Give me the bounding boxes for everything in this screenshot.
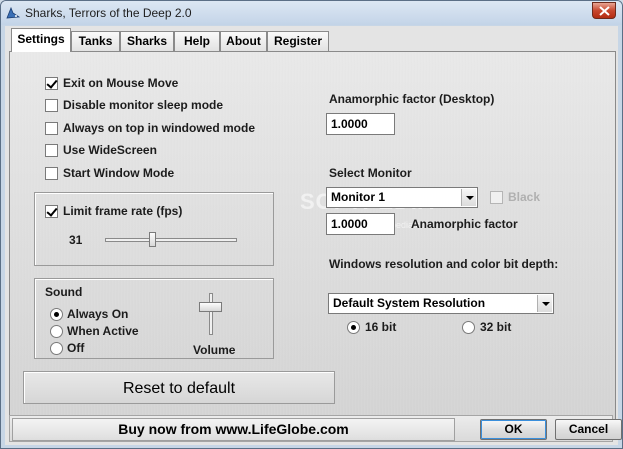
title-bar[interactable]: Sharks, Terrors of the Deep 2.0 [1,1,622,25]
disable-monitor-sleep-label: Disable monitor sleep mode [63,98,224,112]
exit-on-mouse-move-checkbox[interactable] [45,77,58,90]
close-icon [599,6,610,16]
monitor-select-value: Monitor 1 [331,190,385,204]
buy-now-button[interactable]: Buy now from www.LifeGlobe.com [12,418,455,441]
reset-to-default-button[interactable]: Reset to default [23,371,335,404]
tab-register[interactable]: Register [267,31,329,51]
tab-about[interactable]: About [220,31,267,51]
tab-settings[interactable]: Settings [11,28,71,52]
black-label: Black [508,190,541,204]
sound-off-radio[interactable] [50,342,63,355]
tab-tanks[interactable]: Tanks [71,31,120,51]
start-window-mode-checkbox[interactable] [45,167,58,180]
resolution-label: Windows resolution and color bit depth: [329,257,559,271]
always-on-top-checkbox[interactable] [45,122,58,135]
chevron-down-icon[interactable] [461,189,476,206]
depth-16-radio[interactable] [347,321,360,334]
sound-when-active-radio[interactable] [50,325,63,338]
monitor-anamorphic-input[interactable]: 1.0000 [326,213,395,235]
limit-frame-rate-checkbox[interactable] [45,205,58,218]
volume-label: Volume [193,343,236,357]
footer-bar: Buy now from www.LifeGlobe.com OK Cancel [9,415,622,442]
sound-off-label: Off [67,341,85,355]
anamorphic-desktop-label: Anamorphic factor (Desktop) [329,92,495,106]
monitor-anamorphic-label: Anamorphic factor [411,217,518,231]
start-window-mode-label: Start Window Mode [63,166,175,180]
window-title: Sharks, Terrors of the Deep 2.0 [25,6,192,20]
resolution-select[interactable]: Default System Resolution [328,293,554,314]
sound-when-active-label: When Active [67,324,139,338]
disable-monitor-sleep-checkbox[interactable] [45,99,58,112]
anamorphic-desktop-input[interactable]: 1.0000 [326,113,395,135]
depth-16-label: 16 bit [365,320,397,334]
select-monitor-label: Select Monitor [329,166,412,180]
shark-app-icon [6,6,21,19]
app-window: Sharks, Terrors of the Deep 2.0 Settings… [0,0,623,449]
depth-32-radio[interactable] [462,321,475,334]
sound-always-on-radio[interactable] [50,308,63,321]
monitor-select[interactable]: Monitor 1 [326,187,478,208]
client-area: Settings Tanks Sharks Help About Registe… [5,26,622,445]
frame-rate-slider-track[interactable] [105,238,237,242]
black-checkbox[interactable] [490,191,503,204]
settings-panel: Exit on Mouse Move Disable monitor sleep… [9,51,616,431]
limit-frame-rate-label: Limit frame rate (fps) [63,204,183,218]
volume-slider-track[interactable] [209,293,213,335]
exit-on-mouse-move-label: Exit on Mouse Move [63,76,179,90]
always-on-top-label: Always on top in windowed mode [63,121,256,135]
use-widescreen-label: Use WideScreen [63,143,157,157]
depth-32-label: 32 bit [480,320,512,334]
chevron-down-icon[interactable] [537,295,552,312]
resolution-select-value: Default System Resolution [333,296,486,310]
close-button[interactable] [592,2,616,19]
frame-rate-value: 31 [69,233,83,247]
use-widescreen-checkbox[interactable] [45,144,58,157]
ok-button[interactable]: OK [480,419,547,440]
sound-heading: Sound [45,285,83,299]
tab-help[interactable]: Help [174,31,220,51]
tab-sharks[interactable]: Sharks [120,31,174,51]
cancel-button[interactable]: Cancel [555,419,622,440]
sound-always-on-label: Always On [67,307,129,321]
volume-slider-thumb[interactable] [199,302,222,312]
frame-rate-slider-thumb[interactable] [149,232,156,247]
